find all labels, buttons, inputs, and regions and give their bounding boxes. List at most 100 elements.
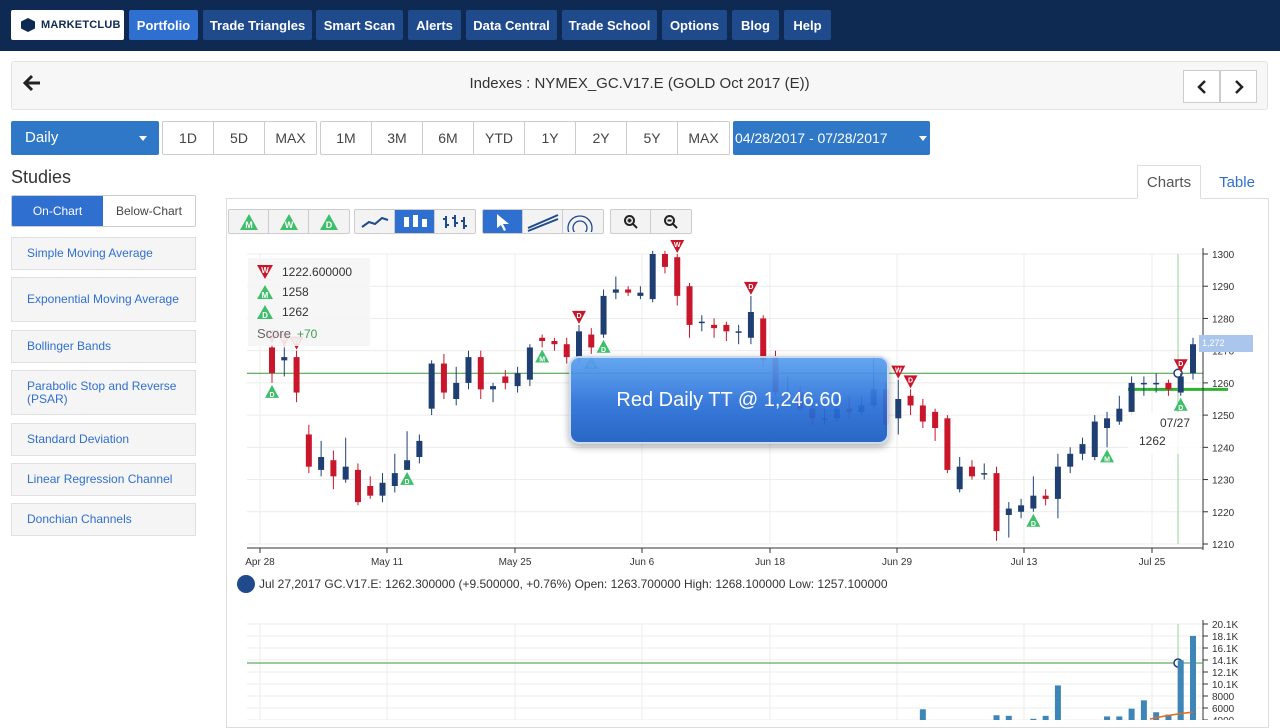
triangle-letter: D — [1178, 361, 1183, 368]
candle-body — [1030, 495, 1037, 509]
candle-body — [1005, 508, 1012, 515]
candle-body — [735, 331, 742, 333]
candle-body — [563, 344, 570, 358]
triangle-letter: D — [405, 479, 410, 486]
volume-bar — [919, 709, 926, 720]
candle-body — [1067, 453, 1074, 467]
chart-logo-icon — [237, 575, 255, 593]
triangle-letter: D — [269, 392, 274, 399]
red-triangle-w-icon: W — [257, 265, 273, 279]
legend-row-monthly: M 1258 — [256, 284, 309, 300]
tooltip-value: 1262 — [1139, 434, 1166, 448]
candle-body — [477, 357, 484, 390]
candle-body — [502, 376, 509, 383]
time-tick-label: Jun 29 — [882, 557, 912, 568]
green-triangle-d-icon: D — [257, 305, 273, 320]
volume-bar — [1140, 700, 1147, 720]
price-tick-label: 1290 — [1212, 282, 1235, 293]
score-value: +70 — [296, 327, 318, 341]
candle-body — [1177, 376, 1184, 393]
candle-body — [416, 440, 423, 457]
volume-bar — [1042, 715, 1049, 720]
last-price-tag: 1,272 — [1199, 335, 1253, 352]
time-tick-label: Jul 13 — [1011, 557, 1038, 568]
candle-body — [1153, 382, 1160, 385]
time-tick-label: Apr 28 — [245, 557, 275, 568]
volume-bar — [1054, 685, 1061, 720]
volume-bar — [1116, 716, 1123, 720]
candle-body — [1054, 466, 1061, 499]
candle-body — [649, 254, 656, 300]
candle-body — [269, 347, 275, 374]
candle-body — [379, 482, 386, 496]
volume-tick-label: 6000 — [1212, 704, 1235, 715]
candle-body — [1091, 421, 1098, 457]
candle-body — [919, 405, 926, 422]
triangle-letter: D — [1031, 521, 1036, 528]
candle-body — [305, 434, 312, 467]
candle-body — [944, 418, 951, 470]
candle-body — [637, 292, 644, 296]
candle-body — [661, 254, 668, 267]
price-tick-label: 1220 — [1212, 508, 1235, 519]
candle-body — [1165, 382, 1172, 390]
candle-body — [404, 460, 411, 470]
candle-body — [342, 466, 349, 480]
triangle-letter: M — [539, 356, 545, 363]
legend-value: 1258 — [282, 285, 309, 299]
candle-body — [318, 457, 325, 470]
volume-tick-label: 10.1K — [1212, 680, 1238, 691]
volume-bar — [1177, 660, 1184, 720]
candle-body — [1079, 444, 1086, 454]
candle-body — [747, 312, 754, 338]
candle-body — [981, 473, 988, 475]
time-tick-label: May 11 — [371, 557, 403, 568]
volume-bar — [1190, 635, 1196, 720]
svg-text:D: D — [262, 311, 268, 320]
svg-text:W: W — [261, 266, 269, 275]
candle-body — [625, 289, 632, 293]
candle-body — [588, 334, 595, 348]
triangle-letter: W — [674, 242, 681, 249]
triangle-letter: D — [908, 377, 913, 384]
score-label: Score +70 — [257, 326, 318, 341]
volume-tick-label: 8000 — [1212, 692, 1235, 703]
candle-body — [354, 469, 361, 503]
crosshair-tooltip: 07/27 1262 — [1128, 412, 1200, 454]
volume-tick-label: 16.1K — [1212, 644, 1238, 655]
ohlc-text: Jul 27,2017 GC.V17.E: 1262.300000 (+9.50… — [259, 577, 888, 591]
candle-body — [490, 386, 497, 390]
time-tick-label: Jun 18 — [755, 557, 785, 568]
candle-body — [956, 466, 963, 490]
price-tick-label: 1260 — [1212, 379, 1235, 390]
candle-body — [453, 382, 460, 399]
candle-body — [711, 324, 718, 329]
candle-body — [330, 460, 337, 477]
candle-body — [440, 363, 447, 393]
candle-body — [895, 399, 902, 419]
candle-body — [612, 289, 619, 293]
candle-body — [760, 318, 767, 361]
candle-body — [907, 395, 914, 406]
candle-body — [932, 411, 939, 428]
candle-body — [968, 466, 975, 477]
time-tick-label: May 25 — [499, 557, 532, 568]
candle-body — [539, 337, 546, 341]
price-tick-label: 1300 — [1212, 250, 1235, 261]
candle-body — [993, 473, 1000, 532]
time-tick-label: Jun 6 — [630, 557, 655, 568]
candle-body — [281, 357, 288, 361]
legend-row-daily: D 1262 — [256, 304, 309, 320]
candle-body — [465, 357, 472, 383]
candle-body — [514, 373, 521, 387]
price-tick-label: 1210 — [1212, 540, 1235, 551]
volume-tick-label: 14.1K — [1212, 656, 1238, 667]
volume-tick-label: 12.1K — [1212, 668, 1238, 679]
candle-body — [551, 341, 558, 345]
trade-triangle-alert-banner[interactable]: Red Daily TT @ 1,246.60 — [569, 356, 889, 444]
svg-text:M: M — [262, 291, 269, 300]
candle-body — [1104, 418, 1111, 428]
candle-body — [367, 486, 374, 496]
legend-value: 1222.600000 — [282, 265, 353, 279]
candle-body — [1190, 344, 1196, 374]
